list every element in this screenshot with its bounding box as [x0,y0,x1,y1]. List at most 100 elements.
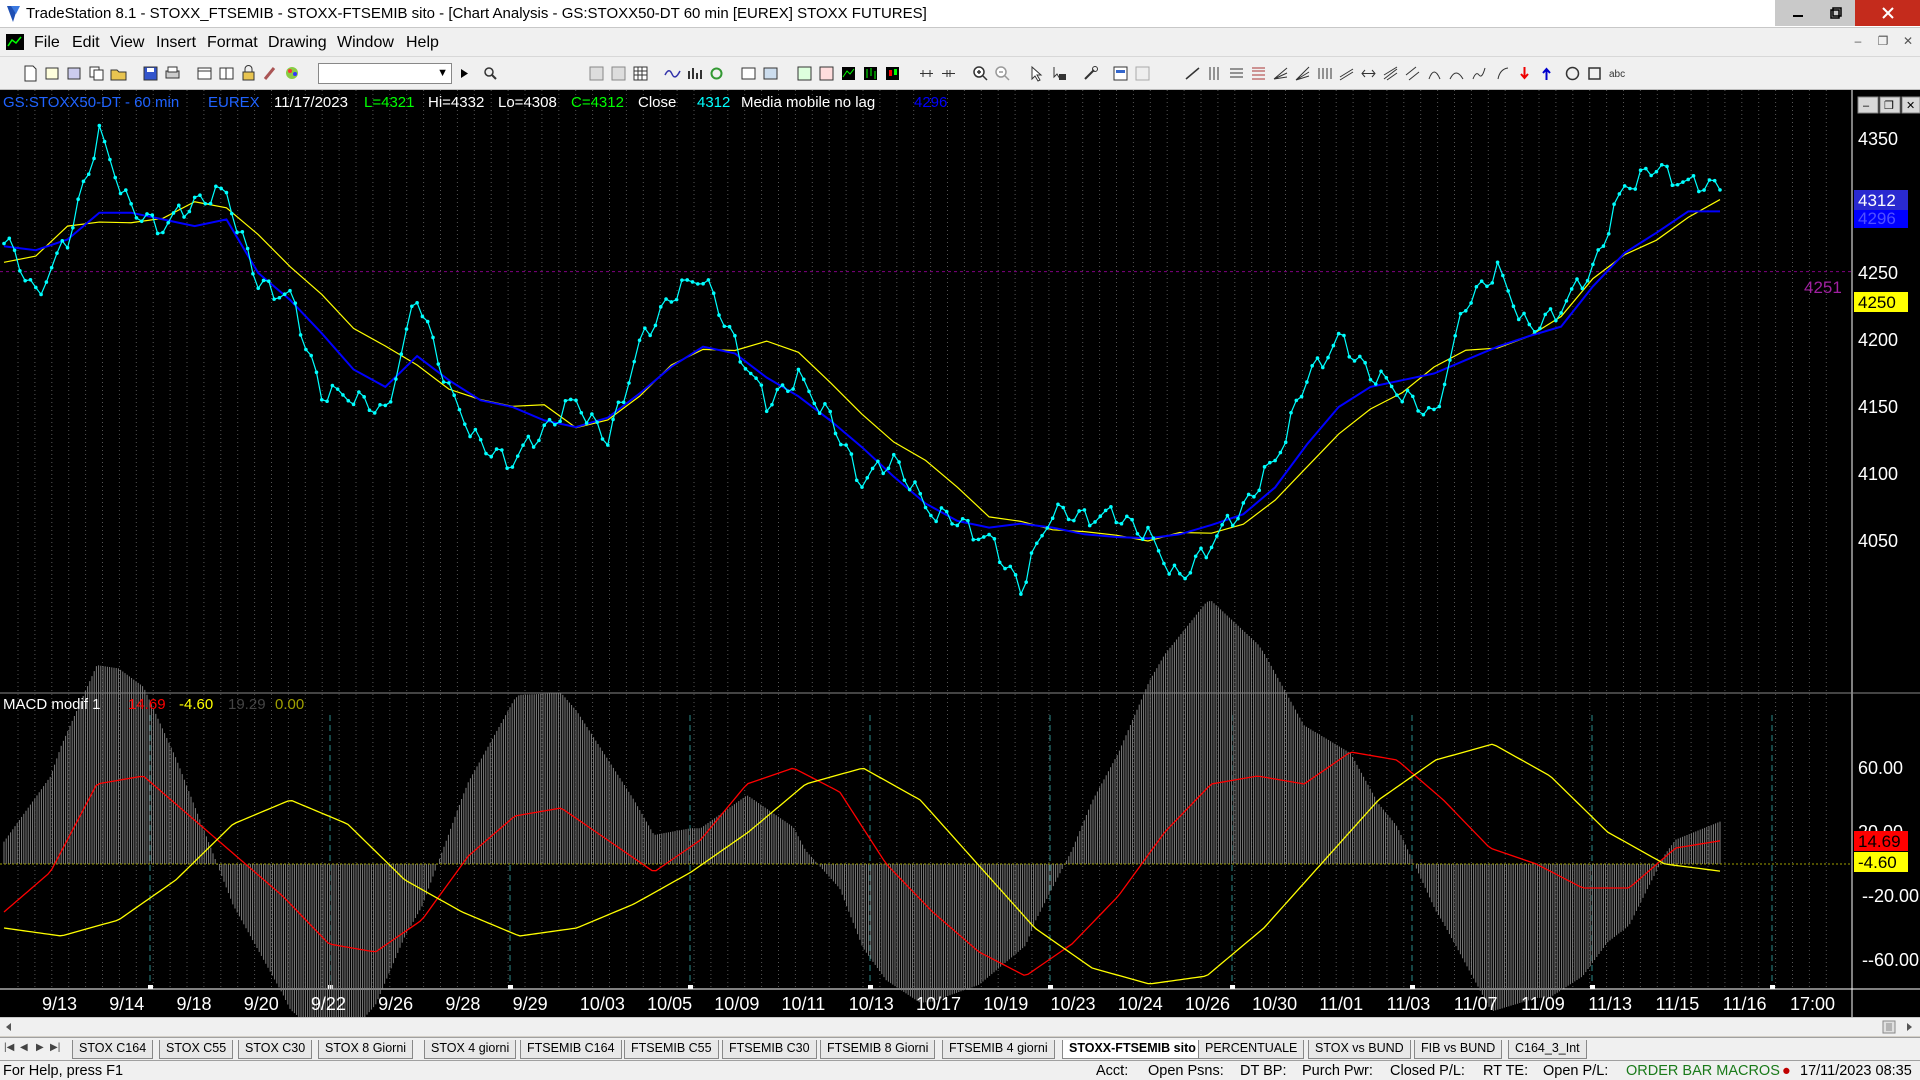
window-tile-icon[interactable] [218,65,235,82]
pointer-icon[interactable] [1028,65,1045,82]
play-arrow-icon[interactable] [456,65,473,82]
parallel-lines-icon[interactable] [1404,65,1421,82]
arrow-down-icon[interactable] [1516,65,1533,82]
rectangle-icon[interactable] [1586,65,1603,82]
tab-ftsemib-4-giorni[interactable]: FTSEMIB 4 giorni [942,1040,1055,1059]
arrow-up-icon[interactable] [1538,65,1555,82]
tab-ftsemib-c30[interactable]: FTSEMIB C30 [722,1040,817,1059]
chart-wave-icon[interactable] [664,65,681,82]
insert-strategy-icon[interactable] [796,65,813,82]
gann-square-icon[interactable] [1426,65,1443,82]
new-document-icon[interactable] [22,65,39,82]
chart-candles-icon[interactable] [884,65,901,82]
print-icon[interactable] [164,65,181,82]
close-point [1172,563,1177,568]
tab-stox-c164[interactable]: STOX C164 [72,1040,154,1059]
chart-canvas[interactable]: 435043004250420041504100405060.0020.00--… [0,90,1920,1017]
tab-percentuale[interactable]: PERCENTUALE [1198,1040,1305,1059]
data-tip-icon[interactable] [1050,65,1067,82]
andrews-pitchfork-icon[interactable] [1382,65,1399,82]
menu-format[interactable]: Format [207,34,258,52]
chart-analysis-window[interactable]: 435043004250420041504100405060.0020.00--… [0,90,1920,1025]
close-point [982,535,986,539]
mdi-minimize-icon[interactable]: – [1848,34,1868,52]
chart-style-icon[interactable] [862,65,879,82]
fibonacci-icon[interactable] [1250,65,1267,82]
insert-indicator-icon[interactable] [762,65,779,82]
vertical-lines-icon[interactable] [1206,65,1223,82]
scroll-right-icon[interactable] [1904,1022,1914,1032]
new-workspace-icon[interactable] [44,65,61,82]
tab-stoxx-ftsemib-sito[interactable]: STOXX-FTSEMIB sito [1062,1040,1203,1059]
scroll-thumb-icon[interactable] [1882,1020,1896,1034]
paintbrush-icon[interactable] [262,65,279,82]
chart-refresh-icon[interactable] [708,65,725,82]
status-order-bar-macros[interactable]: ORDER BAR MACROS [1626,1063,1780,1079]
tab-stox-4-giorni[interactable]: STOX 4 giorni [424,1040,517,1059]
tab-fib-vs-bund[interactable]: FIB vs BUND [1414,1040,1503,1059]
chart-window-icon[interactable] [6,34,24,50]
menu-view[interactable]: View [110,34,144,52]
tab-stox-8-giorni[interactable]: STOX 8 Giorni [318,1040,414,1059]
menu-help[interactable]: Help [406,34,439,52]
zoom-in-icon[interactable] [972,65,989,82]
window-list-icon[interactable] [196,65,213,82]
menu-insert[interactable]: Insert [156,34,196,52]
disabled-tool-icon[interactable] [1134,65,1151,82]
mdi-close-icon[interactable]: ✕ [1898,34,1918,52]
horizontal-lines-icon[interactable] [1228,65,1245,82]
menu-file[interactable]: File [34,34,60,52]
tab-c164-3-int[interactable]: C164_3_Int [1508,1040,1587,1059]
horizontal-scrollbar[interactable] [0,1017,1920,1036]
color-palette-icon[interactable] [284,65,301,82]
freehand-icon[interactable] [1470,65,1487,82]
grid-icon[interactable] [632,65,649,82]
tab-first-icon[interactable]: |◀ [4,1042,14,1053]
curve-icon[interactable] [1494,65,1511,82]
save-icon[interactable] [142,65,159,82]
fib-retracement-icon[interactable] [1316,65,1333,82]
bar-spacing-increase-icon[interactable] [918,65,935,82]
menu-drawing[interactable]: Drawing [268,34,327,52]
copy-icon[interactable] [88,65,105,82]
tab-prev-icon[interactable]: ◀ [20,1042,28,1053]
trendline-icon[interactable] [1184,65,1201,82]
showme-icon[interactable] [818,65,835,82]
order-bar-icon[interactable] [1112,65,1129,82]
gann-fan-icon[interactable] [1294,65,1311,82]
tab-ftsemib-c55[interactable]: FTSEMIB C55 [624,1040,719,1059]
tab-last-icon[interactable]: ▶| [50,1042,60,1053]
tab-next-icon[interactable]: ▶ [36,1042,44,1053]
menu-edit[interactable]: Edit [72,34,100,52]
mdi-restore-icon[interactable]: ❐ [1873,34,1893,52]
menu-window[interactable]: Window [337,34,394,52]
close-button[interactable] [1855,0,1920,26]
ellipse-icon[interactable] [1564,65,1581,82]
open-folder-icon[interactable] [110,65,127,82]
matrix-icon[interactable] [610,65,627,82]
text-tool-icon[interactable]: abc [1608,65,1630,82]
zoom-out-icon[interactable] [994,65,1011,82]
find-symbol-icon[interactable] [482,65,499,82]
horizontal-arrow-icon[interactable] [1360,65,1377,82]
lock-icon[interactable] [240,65,257,82]
open-workspace-icon[interactable] [66,65,83,82]
chart-bars-icon[interactable] [686,65,703,82]
speed-lines-icon[interactable] [1272,65,1289,82]
tab-stox-vs-bund[interactable]: STOX vs BUND [1308,1040,1411,1059]
chart-black-icon[interactable] [840,65,857,82]
regression-channel-icon[interactable] [1338,65,1355,82]
tab-stox-c55[interactable]: STOX C55 [159,1040,234,1059]
format-symbol-icon[interactable] [740,65,757,82]
restore-button[interactable] [1813,0,1859,26]
bar-spacing-decrease-icon[interactable] [940,65,957,82]
symbol-dropdown[interactable]: ▼ [318,63,452,84]
arc-icon[interactable] [1448,65,1465,82]
close-point [425,319,430,324]
scroll-left-icon[interactable] [4,1022,14,1032]
tab-stox-c30[interactable]: STOX C30 [238,1040,313,1059]
radar-screen-icon[interactable] [588,65,605,82]
tools-icon[interactable] [1082,65,1099,82]
tab-ftsemib-c164[interactable]: FTSEMIB C164 [520,1040,622,1059]
tab-ftsemib-8-giorni[interactable]: FTSEMIB 8 Giorni [820,1040,936,1059]
